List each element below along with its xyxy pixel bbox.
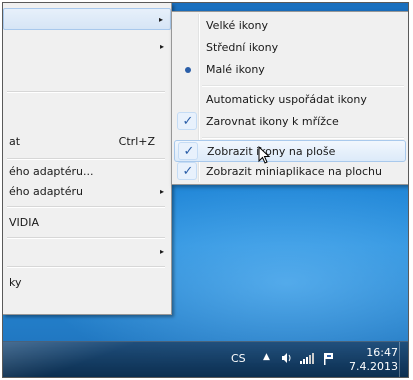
checkmark-icon: ✓ — [182, 164, 194, 179]
action-center-flag-icon[interactable] — [323, 352, 335, 368]
mouse-pointer-icon — [258, 146, 271, 164]
menu-item-graphics-properties[interactable]: ého adaptéru... — [3, 161, 171, 183]
menu-item-refresh[interactable] — [3, 66, 171, 88]
show-desktop-button[interactable] — [399, 342, 408, 377]
submenu-arrow-icon: ▸ — [159, 42, 164, 51]
menu-item-new[interactable]: ▸ — [3, 241, 171, 263]
language-indicator[interactable]: CS — [231, 352, 246, 365]
submenu-item-medium-icons[interactable]: Střední ikony — [174, 37, 406, 59]
menu-separator — [7, 237, 165, 239]
submenu-item-small-icons[interactable]: Malé ikony — [174, 59, 406, 81]
speaker-icon[interactable] — [281, 352, 293, 367]
menu-item-undo[interactable]: at Ctrl+Z — [3, 131, 171, 153]
screenshot-frame: ▸ ▸ at Ctrl+Z ého adaptéru... ého adapté… — [2, 2, 409, 378]
checkmark-icon: ✓ — [182, 114, 194, 129]
menu-separator — [202, 137, 404, 139]
menu-item-view[interactable]: ▸ — [3, 8, 171, 30]
submenu-item-align-to-grid[interactable]: ✓ Zarovnat ikony k mřížce — [174, 111, 406, 133]
clock-date: 7.4.2013 — [349, 360, 398, 373]
menu-item-paste[interactable] — [3, 99, 171, 121]
menu-separator — [7, 266, 165, 268]
menu-separator — [202, 85, 404, 87]
submenu-arrow-icon: ▸ — [159, 187, 164, 196]
menu-separator — [7, 206, 165, 208]
view-submenu: Velké ikony Střední ikony Malé ikony Aut… — [171, 11, 408, 185]
submenu-item-large-icons[interactable]: Velké ikony — [174, 15, 406, 37]
submenu-item-show-gadgets[interactable]: ✓ Zobrazit miniaplikace na plochu — [174, 161, 406, 183]
shortcut-text: Ctrl+Z — [118, 135, 155, 148]
show-hidden-icons-icon[interactable]: ▲ — [263, 352, 270, 362]
desktop-context-menu: ▸ ▸ at Ctrl+Z ého adaptéru... ého adapté… — [3, 3, 172, 315]
submenu-item-show-desktop-icons[interactable]: ✓ Zobrazit ikony na ploše — [174, 140, 406, 162]
menu-item-graphics-options[interactable]: ého adaptéru ▸ — [3, 181, 171, 203]
radio-dot-icon — [185, 67, 191, 73]
checkmark-icon: ✓ — [183, 144, 195, 159]
submenu-arrow-icon: ▸ — [158, 15, 163, 24]
menu-item-nvidia-control-panel[interactable]: VIDIA — [3, 212, 171, 234]
menu-separator — [7, 158, 165, 160]
submenu-arrow-icon: ▸ — [159, 247, 164, 256]
network-signal-icon[interactable] — [299, 352, 315, 367]
system-clock[interactable]: 16:47 7.4.2013 — [349, 346, 398, 374]
menu-item-sort-by[interactable]: ▸ — [3, 36, 171, 58]
taskbar: CS ▲ 16:47 7.4.2013 — [3, 341, 408, 377]
taskbar-glass — [3, 342, 133, 377]
submenu-item-auto-arrange[interactable]: Automaticky uspořádat ikony — [174, 89, 406, 111]
clock-time: 16:47 — [366, 346, 398, 359]
menu-separator — [7, 91, 165, 93]
menu-item-personalize[interactable]: ky — [3, 272, 171, 294]
